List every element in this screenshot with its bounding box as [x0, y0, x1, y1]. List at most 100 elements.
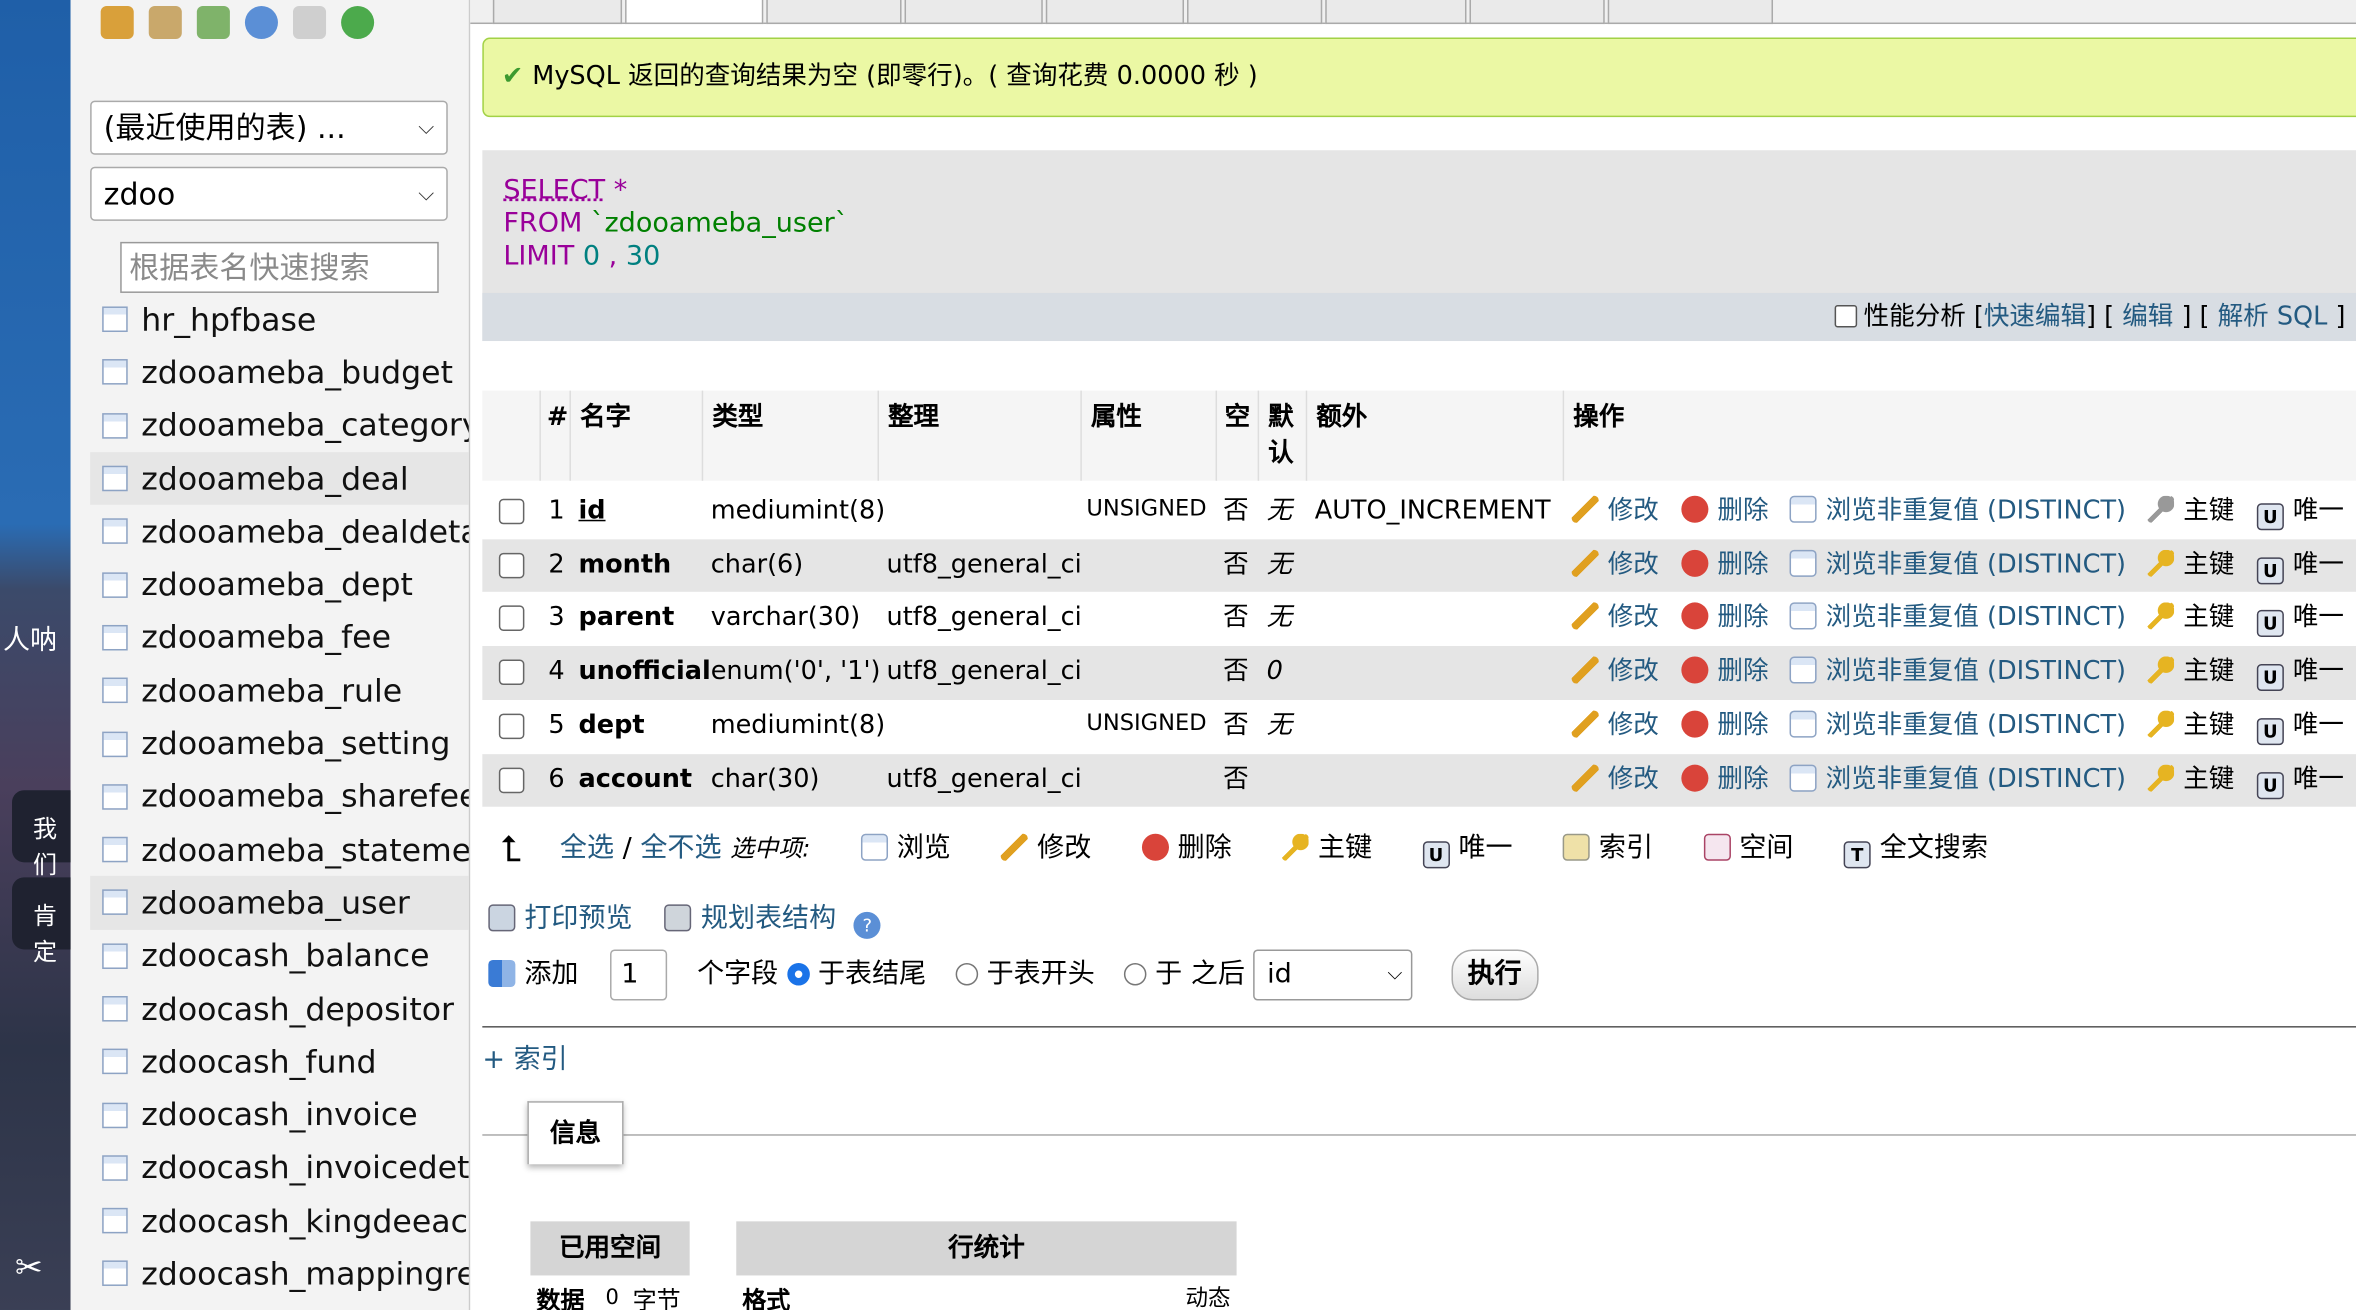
table-icon[interactable]	[102, 1261, 128, 1287]
header-attributes[interactable]: 属性	[1080, 390, 1216, 481]
distinct-action[interactable]: 浏览非重复值 (DISTINCT)	[1789, 485, 2126, 538]
row-checkbox[interactable]	[498, 498, 525, 525]
table-icon[interactable]	[102, 889, 128, 916]
table-name[interactable]: zdooameba_sharefee	[141, 779, 469, 815]
table-filter-input[interactable]: 根据表名快速搜索	[120, 241, 439, 293]
desktop-chat-button[interactable]: 我们	[12, 790, 73, 879]
table-name[interactable]: zdooameba_budget	[141, 354, 453, 390]
table-name[interactable]: zdoocash_mappingrelation	[141, 1256, 469, 1292]
at-start-radio[interactable]	[955, 962, 978, 986]
table-icon[interactable]	[102, 518, 128, 545]
table-list-item[interactable]: zdooameba_fee	[90, 611, 469, 664]
table-icon[interactable]	[102, 1049, 128, 1075]
table-name[interactable]: zdooameba_dept	[141, 567, 413, 603]
edit-action[interactable]: 修改	[1571, 700, 1659, 753]
tab-operations[interactable]	[1607, 0, 1774, 25]
desktop-chat-button-2[interactable]: 肯定	[12, 877, 73, 966]
bulk-edit-button[interactable]: 修改	[1001, 832, 1091, 864]
table-list-item[interactable]: zdoocash_invoicedetail	[90, 1141, 469, 1194]
bulk-delete-button[interactable]: 删除	[1141, 832, 1232, 864]
delete-action[interactable]: 删除	[1681, 646, 1769, 699]
header-null[interactable]: 空	[1215, 390, 1258, 481]
distinct-action[interactable]: 浏览非重复值 (DISTINCT)	[1789, 753, 2126, 806]
table-list-item[interactable]: zdoocash_depositor	[90, 982, 469, 1035]
query-window-icon[interactable]	[196, 6, 230, 40]
help-icon[interactable]: ?	[853, 911, 881, 939]
row-checkbox[interactable]	[498, 606, 525, 632]
tab-insert[interactable]	[1045, 0, 1185, 25]
table-icon[interactable]	[102, 730, 128, 757]
edit-action[interactable]: 修改	[1571, 485, 1659, 538]
table-list-item[interactable]: zdooameba_setting	[90, 717, 469, 770]
reload-icon[interactable]	[341, 6, 375, 40]
profiling-checkbox[interactable]	[1835, 304, 1858, 328]
edit-action[interactable]: 修改	[1571, 646, 1659, 699]
delete-action[interactable]: 删除	[1681, 753, 1769, 806]
table-list-item[interactable]: zdooameba_rule	[90, 664, 469, 717]
bulk-spatial-button[interactable]: 空间	[1703, 832, 1793, 864]
delete-action[interactable]: 删除	[1681, 592, 1769, 645]
explain-sql-link[interactable]: 解析 SQL	[2218, 302, 2328, 332]
edit-action[interactable]: 修改	[1571, 539, 1659, 592]
unique-action[interactable]: U 唯一	[2256, 700, 2344, 753]
uncheck-all-link[interactable]: 全不选	[640, 832, 721, 864]
table-list-item[interactable]: hr_hpfbase	[90, 293, 469, 346]
indexes-link[interactable]: + 索引	[482, 1041, 567, 1080]
tab-privileges[interactable]	[1469, 0, 1605, 25]
row-checkbox[interactable]	[498, 766, 525, 793]
table-icon[interactable]	[102, 942, 128, 969]
after-column-select[interactable]: id ⌵	[1253, 949, 1413, 1001]
edit-sql-link[interactable]: 编辑	[2122, 302, 2173, 332]
header-type[interactable]: 类型	[701, 390, 878, 481]
table-list-item[interactable]: zdooameba_statement	[90, 823, 469, 876]
primary-action[interactable]: 主键	[2147, 646, 2234, 699]
primary-action[interactable]: 主键	[2147, 592, 2234, 645]
distinct-action[interactable]: 浏览非重复值 (DISTINCT)	[1789, 592, 2126, 645]
table-name[interactable]: hr_hpfbase	[141, 301, 316, 337]
table-list-item[interactable]: zdoocash_mappingrelation	[90, 1247, 469, 1300]
primary-action[interactable]: 主键	[2147, 700, 2234, 753]
database-select[interactable]: zdoo ⌵	[90, 166, 448, 221]
table-icon[interactable]	[102, 465, 128, 492]
table-icon[interactable]	[102, 306, 128, 333]
table-name[interactable]: zdooameba_fee	[141, 620, 391, 656]
tab-search[interactable]	[904, 0, 1043, 25]
propose-structure-link[interactable]: 规划表结构	[701, 903, 836, 935]
exit-icon[interactable]	[148, 6, 182, 40]
tab-import[interactable]	[1325, 0, 1467, 25]
table-name[interactable]: zdooameba_category	[141, 407, 469, 443]
print-preview-link[interactable]: 打印预览	[524, 903, 632, 935]
table-list-item[interactable]: zdooameba_deal	[90, 452, 469, 506]
table-list-item[interactable]: zdoocash_invoice	[90, 1088, 469, 1141]
table-icon[interactable]	[102, 836, 128, 863]
table-icon[interactable]	[102, 571, 128, 598]
bulk-index-button[interactable]: 索引	[1562, 832, 1653, 864]
column-count-input[interactable]: 1	[610, 949, 668, 1001]
unique-action[interactable]: U 唯一	[2256, 592, 2344, 645]
header-name[interactable]: 名字	[569, 390, 702, 481]
table-name[interactable]: zdooameba_dealdetail	[141, 514, 469, 550]
table-name[interactable]: zdoocash_depositor	[141, 991, 454, 1027]
table-list-item[interactable]: zdooameba_category	[90, 399, 469, 452]
table-list-item[interactable]: zdoocash_fund	[90, 1035, 469, 1088]
table-icon[interactable]	[102, 783, 128, 810]
row-checkbox[interactable]	[498, 713, 525, 739]
quick-edit-link[interactable]: 快速编辑	[1984, 302, 2086, 332]
table-icon[interactable]	[102, 624, 128, 651]
tab-sql[interactable]	[766, 0, 902, 25]
check-all-link[interactable]: 全选	[560, 832, 614, 864]
bulk-primary-button[interactable]: 主键	[1281, 832, 1372, 864]
table-icon[interactable]	[102, 1155, 128, 1181]
recent-tables-select[interactable]: (最近使用的表) ... ⌵	[90, 100, 448, 155]
unique-action[interactable]: U 唯一	[2256, 485, 2344, 538]
bulk-fulltext-button[interactable]: T 全文搜索	[1843, 832, 1988, 869]
table-list-item[interactable]: zdooameba_budget	[90, 346, 469, 399]
scissors-icon[interactable]: ✂	[15, 1250, 43, 1288]
table-list-item[interactable]: zdooameba_dealdetail	[90, 505, 469, 558]
table-list-item[interactable]: zdooameba_sharefee	[90, 770, 469, 823]
header-extra[interactable]: 额外	[1305, 390, 1563, 481]
bulk-browse-button[interactable]: 浏览	[860, 832, 951, 864]
delete-action[interactable]: 删除	[1681, 539, 1769, 592]
table-list-item[interactable]: zdoocash_kingdeeaccount	[90, 1194, 469, 1247]
unique-action[interactable]: U 唯一	[2256, 646, 2344, 699]
